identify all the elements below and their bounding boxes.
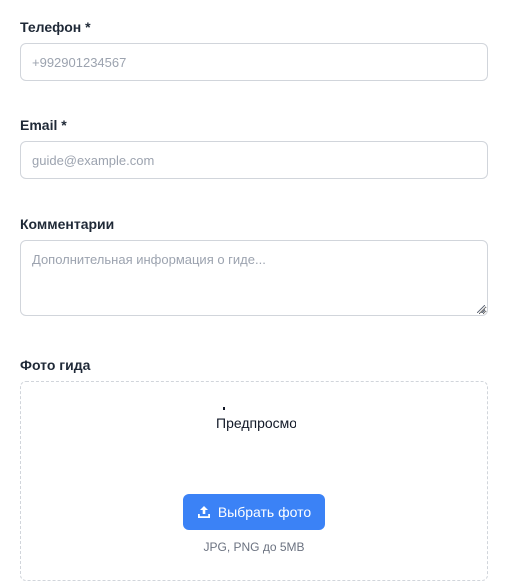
file-format-hint: JPG, PNG до 5MB: [203, 540, 305, 554]
photo-label: Фото гида: [20, 357, 91, 373]
photo-dropzone[interactable]: Предпросмотр Выбрать фото JPG, PNG до 5M…: [20, 381, 488, 581]
phone-label: Телефон *: [20, 19, 91, 35]
photo-preview: Предпросмотр: [216, 415, 296, 431]
comments-field-wrapper: [20, 240, 488, 316]
upload-icon: [197, 505, 211, 519]
phone-input[interactable]: [20, 43, 488, 81]
choose-photo-button[interactable]: Выбрать фото: [183, 494, 325, 530]
broken-image-icon: [223, 407, 225, 410]
comments-label: Комментарии: [20, 216, 115, 232]
email-label: Email *: [20, 117, 67, 133]
email-input[interactable]: [20, 141, 488, 179]
comments-textarea[interactable]: [20, 240, 488, 316]
guide-form: Телефон * Email * Комментарии Фото гида …: [0, 0, 520, 581]
choose-photo-button-label: Выбрать фото: [217, 504, 312, 520]
